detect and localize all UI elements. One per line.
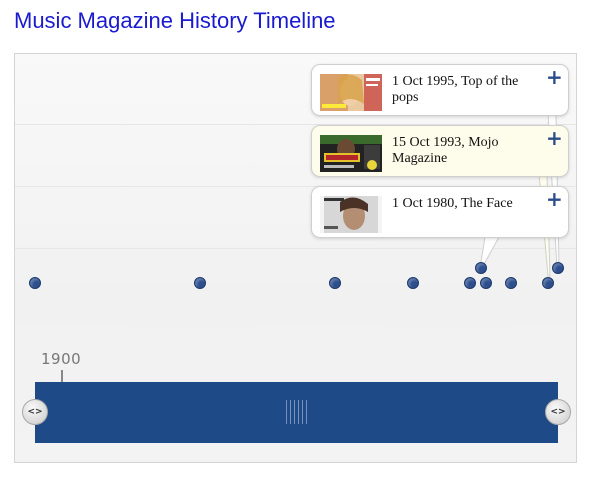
- magazine-cover-thumbnail: [320, 135, 382, 172]
- timeline-widget[interactable]: 1 Oct 1995, Top of the pops + 15 Oct 199…: [14, 53, 577, 463]
- left-right-arrows-icon[interactable]: <>: [22, 399, 48, 425]
- timeline-event-dot[interactable]: [505, 277, 517, 289]
- magazine-cover-thumbnail: [320, 196, 382, 233]
- timeline-event-dot[interactable]: [407, 277, 419, 289]
- timeline-event-dot[interactable]: [329, 277, 341, 289]
- plus-icon[interactable]: +: [546, 189, 563, 209]
- timeline-event-dot-top-of-the-pops[interactable]: [552, 262, 564, 274]
- timeline-event-dot[interactable]: [29, 277, 41, 289]
- scale-tick: [61, 370, 63, 382]
- event-card-top-of-the-pops[interactable]: 1 Oct 1995, Top of the pops +: [311, 64, 569, 116]
- left-right-arrows-icon[interactable]: <>: [545, 399, 571, 425]
- event-caption: 15 Oct 1993, Mojo Magazine: [392, 135, 499, 166]
- event-caption: 1 Oct 1995, Top of the pops: [392, 74, 519, 105]
- scale-year-label: 1900: [41, 350, 82, 368]
- event-card-mojo-magazine[interactable]: 15 Oct 1993, Mojo Magazine +: [311, 125, 569, 177]
- overview-band[interactable]: [35, 382, 558, 443]
- plus-icon[interactable]: +: [546, 67, 563, 87]
- row-divider: [15, 248, 576, 249]
- event-card-the-face[interactable]: 1 Oct 1980, The Face +: [311, 186, 569, 238]
- timeline-event-dot[interactable]: [464, 277, 476, 289]
- timeline-event-dot[interactable]: [480, 277, 492, 289]
- timeline-event-dot-the-face[interactable]: [475, 262, 487, 274]
- magazine-cover-thumbnail: [320, 74, 382, 111]
- timeline-event-dot[interactable]: [194, 277, 206, 289]
- page-title: Music Magazine History Timeline: [14, 8, 336, 33]
- event-caption: 1 Oct 1980, The Face: [392, 196, 513, 211]
- plus-icon[interactable]: +: [546, 128, 563, 148]
- drag-grip-icon[interactable]: [286, 400, 308, 424]
- timeline-event-dot[interactable]: [542, 277, 554, 289]
